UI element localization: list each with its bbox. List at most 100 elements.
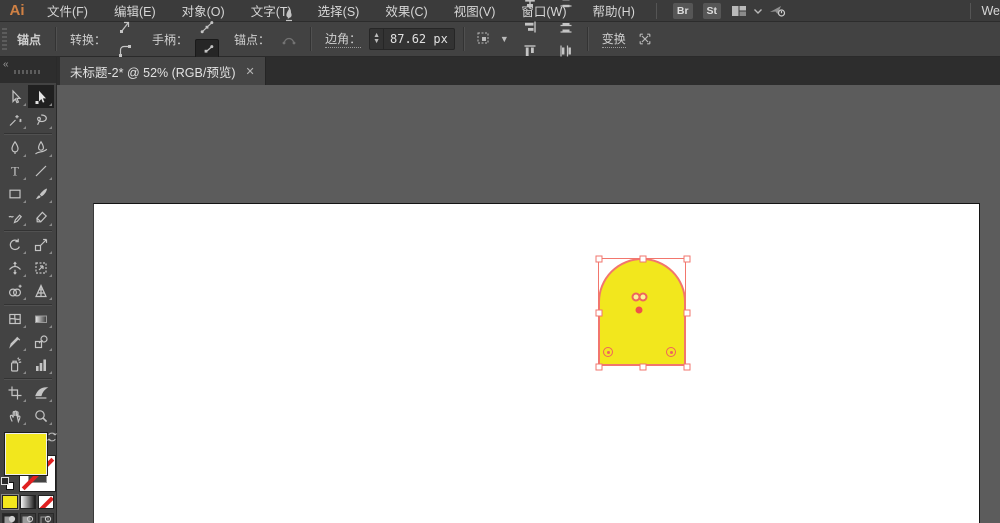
menubar-right-cluster: Br St <box>672 2 793 19</box>
transform-link[interactable]: 变换 <box>601 30 626 48</box>
rectangle-tool[interactable] <box>2 182 28 205</box>
gradient-button[interactable] <box>20 495 36 509</box>
separator <box>586 27 588 51</box>
bridge-button[interactable]: Br <box>672 2 693 19</box>
paintbrush-tool[interactable] <box>28 182 54 205</box>
menu-item-6[interactable]: 视图(V) <box>441 0 509 21</box>
panel-grip[interactable] <box>14 70 42 74</box>
convert-corner-icon[interactable] <box>113 15 137 39</box>
eyedropper-tool[interactable] <box>2 330 28 353</box>
lasso-tool[interactable] <box>28 108 54 131</box>
distribute-v-center-icon[interactable] <box>554 0 578 15</box>
tool-panel: « T <box>0 57 57 523</box>
symbol-sprayer-tool[interactable] <box>2 353 28 376</box>
selection-handle-top-right[interactable] <box>683 255 691 263</box>
tool-group-separator <box>4 378 52 379</box>
shaper-tool[interactable] <box>2 205 28 228</box>
tool-group-separator <box>4 133 52 134</box>
tool-panel-header: « <box>0 57 56 83</box>
draw-normal-mode[interactable] <box>2 513 18 523</box>
workspace-switcher-text[interactable]: We <box>970 2 1000 19</box>
canvas-pasteboard[interactable] <box>57 85 1000 523</box>
curvature-tool[interactable] <box>28 136 54 159</box>
corner-radius-value[interactable]: 87.62 px <box>384 32 454 46</box>
pen-tool[interactable] <box>2 136 28 159</box>
draw-inside-mode[interactable] <box>38 513 54 523</box>
none-button[interactable] <box>38 495 54 509</box>
artboard[interactable] <box>93 203 980 523</box>
collapse-panel-icon[interactable]: « <box>3 59 8 70</box>
hand-tool[interactable] <box>2 404 28 427</box>
handles-show-icon[interactable] <box>195 15 219 39</box>
align-right-icon[interactable] <box>518 15 542 39</box>
fill-color-button[interactable] <box>1 494 19 510</box>
workspace-layout-icon[interactable] <box>731 4 747 18</box>
swap-fill-stroke-icon[interactable] <box>47 431 57 443</box>
zoom-tool[interactable] <box>28 404 54 427</box>
handles-label: 手柄： <box>152 32 189 47</box>
width-tool[interactable] <box>2 256 28 279</box>
selection-tool[interactable] <box>2 85 28 108</box>
corner-widget-bottom-right[interactable] <box>666 347 676 357</box>
selection-handle-mid-right[interactable] <box>683 309 691 317</box>
magic-wand-tool[interactable] <box>2 108 28 131</box>
share-launch-icon[interactable] <box>769 3 787 18</box>
isolate-selection-icon[interactable] <box>473 27 497 51</box>
perspective-grid-tool[interactable] <box>28 279 54 302</box>
gradient-tool[interactable] <box>28 307 54 330</box>
slice-tool[interactable] <box>28 381 54 404</box>
mesh-tool[interactable] <box>2 307 28 330</box>
selection-handle-bottom-left[interactable] <box>595 363 603 371</box>
document-tab-bar: 未标题-2* @ 52% (RGB/预览) ✕ <box>57 57 1000 85</box>
document-title: 未标题-2* @ 52% (RGB/预览) <box>70 65 236 80</box>
line-segment-tool[interactable] <box>28 159 54 182</box>
selection-handle-bottom-right[interactable] <box>683 363 691 371</box>
selection-handle-mid-left[interactable] <box>595 309 603 317</box>
default-fill-stroke-icon[interactable] <box>1 477 14 490</box>
menu-item-0[interactable]: 文件(F) <box>34 0 101 21</box>
color-type-buttons <box>1 494 54 510</box>
document-tab[interactable]: 未标题-2* @ 52% (RGB/预览) ✕ <box>60 57 266 85</box>
menu-item-5[interactable]: 效果(C) <box>372 0 440 21</box>
artboard-tool[interactable] <box>2 381 28 404</box>
chevron-down-icon[interactable] <box>753 7 763 15</box>
selection-handle-bottom-center[interactable] <box>639 363 647 371</box>
corner-widget-top-right[interactable] <box>638 292 648 302</box>
corner-radius-field[interactable]: ▲ ▼ 87.62 px <box>369 28 455 50</box>
remove-anchor-icon[interactable] <box>277 3 301 27</box>
menu-item-8[interactable]: 帮助(H) <box>580 0 648 21</box>
stock-button[interactable]: St <box>702 2 722 19</box>
column-graph-tool[interactable] <box>28 353 54 376</box>
fill-swatch[interactable] <box>4 432 48 476</box>
selection-handle-top-left[interactable] <box>595 255 603 263</box>
panel-grip[interactable] <box>2 28 7 50</box>
shape-builder-tool[interactable] <box>2 279 28 302</box>
context-panel-label: 锚点 <box>17 32 42 47</box>
menu-item-4[interactable]: 选择(S) <box>305 0 373 21</box>
free-transform-tool[interactable] <box>28 256 54 279</box>
chevron-down-icon[interactable]: ▼ <box>500 34 509 44</box>
corner-stepper[interactable]: ▲ ▼ <box>370 29 385 49</box>
selection-bounding-box <box>595 255 691 371</box>
anchor-label: 锚点： <box>234 32 271 47</box>
close-icon[interactable]: ✕ <box>246 65 255 78</box>
separator <box>310 27 312 51</box>
direct-selection-tool[interactable] <box>28 85 54 108</box>
free-transform-arrows-icon[interactable] <box>633 27 657 51</box>
selection-handle-top-center[interactable] <box>639 255 647 263</box>
eraser-tool[interactable] <box>28 205 54 228</box>
distribute-bottom-icon[interactable] <box>554 15 578 39</box>
shape-center-point[interactable] <box>635 306 643 314</box>
scale-tool[interactable] <box>28 233 54 256</box>
control-bar: 锚点 转换： 手柄： 锚点： 边角： ▲ ▼ 87.62 px ▼ 变换 <box>0 0 1000 105</box>
align-h-center-icon[interactable] <box>518 0 542 15</box>
tool-group-separator <box>4 304 52 305</box>
corner-label[interactable]: 边角： <box>325 30 362 48</box>
draw-behind-mode[interactable] <box>20 513 36 523</box>
type-tool[interactable]: T <box>2 159 28 182</box>
blend-tool[interactable] <box>28 330 54 353</box>
connect-path-icon[interactable] <box>277 27 301 51</box>
corner-widget-bottom-left[interactable] <box>603 347 613 357</box>
illustrator-logo: Ai <box>9 2 25 19</box>
rotate-tool[interactable] <box>2 233 28 256</box>
